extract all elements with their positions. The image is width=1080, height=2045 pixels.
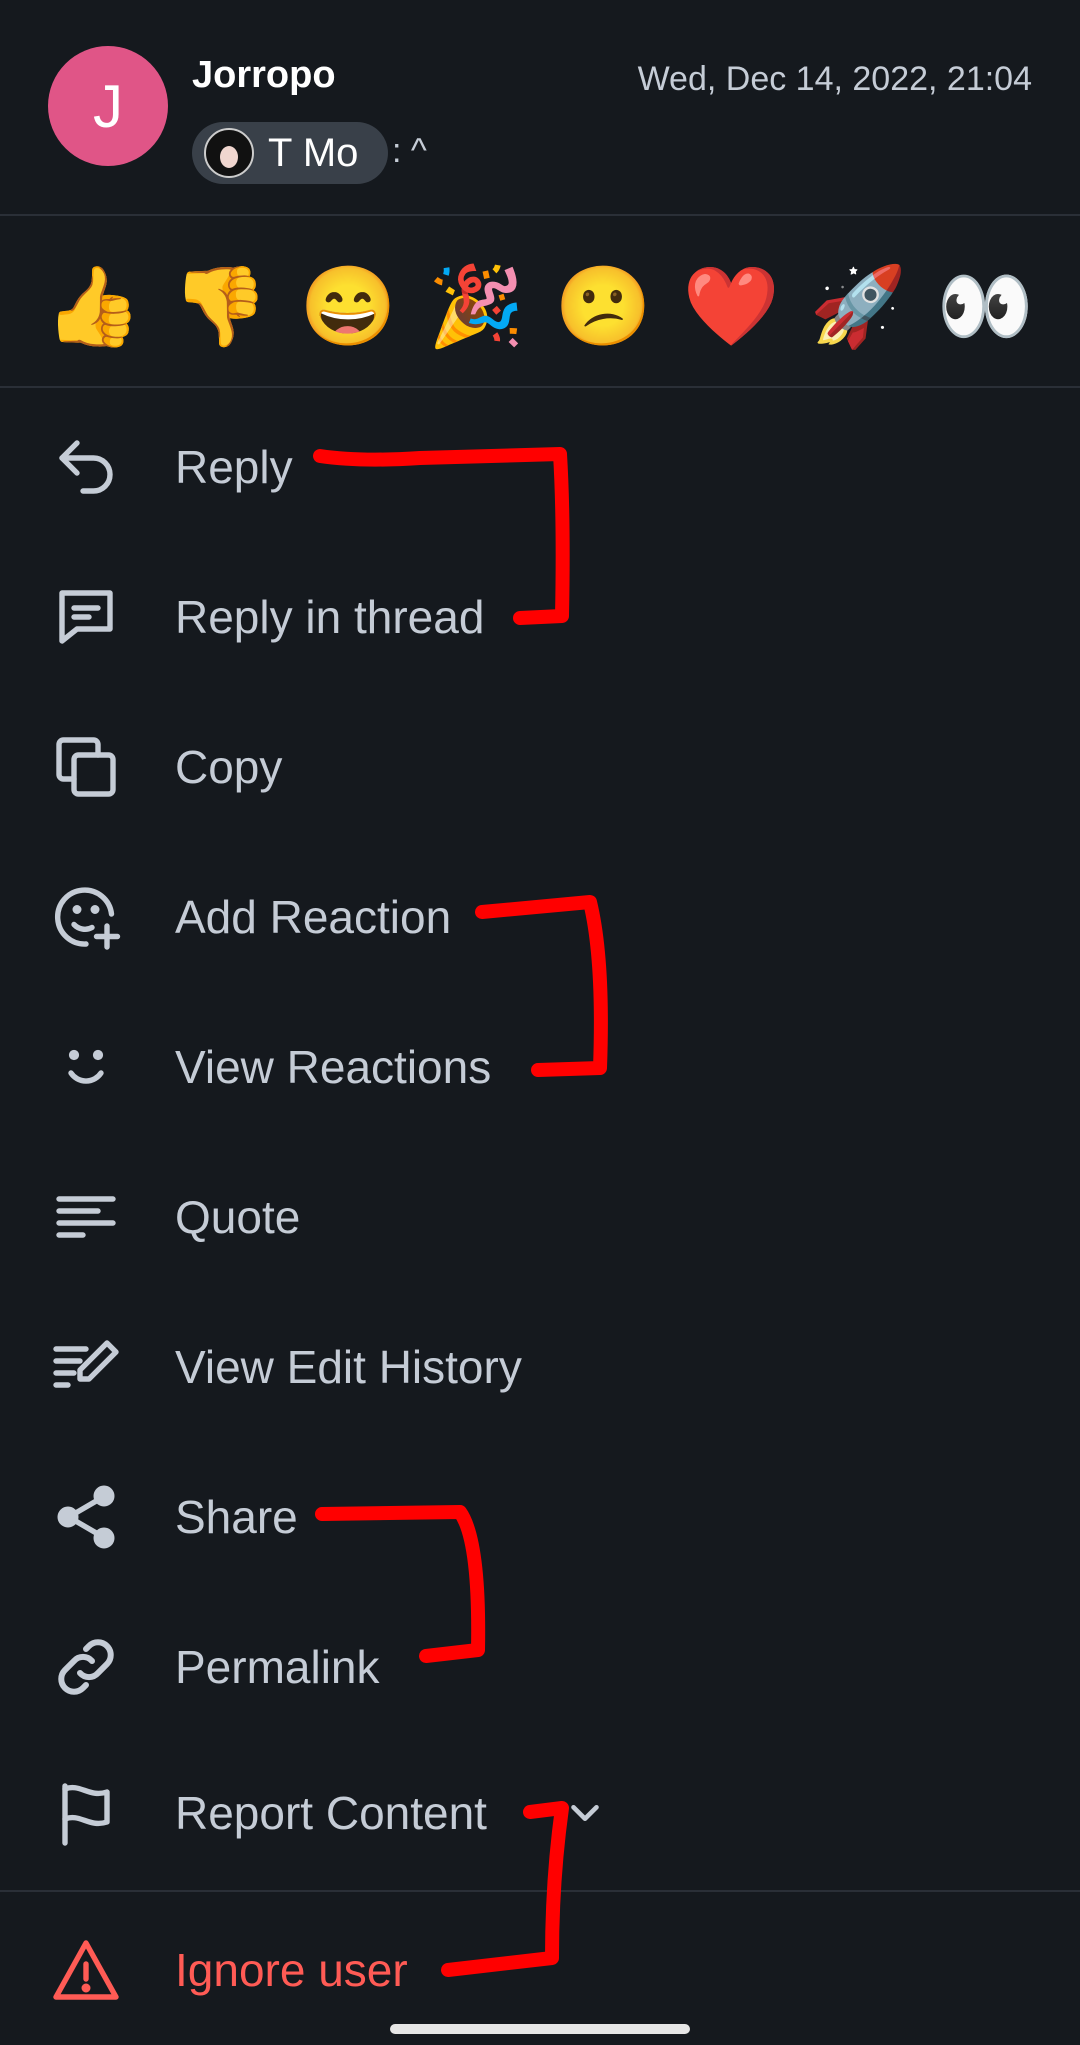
reaction-heart[interactable]: ❤️ [676, 246, 786, 366]
sender-avatar[interactable]: J [48, 46, 168, 166]
add-reaction-icon [50, 881, 122, 953]
sender-name[interactable]: Jorropo [192, 54, 336, 97]
menu-view-edit-history-label: View Edit History [175, 1341, 522, 1393]
reaction-eyes[interactable]: 👀 [930, 246, 1040, 366]
avatar-initial: J [93, 72, 123, 140]
reaction-rocket[interactable]: 🚀 [803, 246, 913, 366]
smile-icon [50, 1031, 122, 1103]
quick-reaction-bar: 👍 👎 😄 🎉 😕 ❤️ 🚀 👀 [0, 246, 1080, 366]
menu-share-label: Share [175, 1491, 298, 1543]
share-icon [50, 1481, 122, 1553]
mention-pill[interactable]: T Mo [192, 122, 389, 184]
mention-avatar [204, 128, 254, 178]
menu-reply-label: Reply [175, 441, 293, 493]
menu-ignore-user[interactable]: Ignore user [0, 1895, 1080, 2045]
mention-name: T Mo [268, 130, 359, 175]
menu-view-reactions-label: View Reactions [175, 1041, 492, 1093]
menu-share[interactable]: Share [0, 1442, 1080, 1592]
menu-copy[interactable]: Copy [0, 692, 1080, 842]
message-timestamp: Wed, Dec 14, 2022, 21:04 [637, 60, 1032, 98]
menu-quote[interactable]: Quote [0, 1142, 1080, 1292]
quote-icon [50, 1181, 122, 1253]
menu-view-edit-history[interactable]: View Edit History [0, 1292, 1080, 1442]
reply-icon [50, 431, 122, 503]
copy-icon [50, 731, 122, 803]
reaction-smile[interactable]: 😄 [293, 246, 403, 366]
menu-copy-label: Copy [175, 741, 283, 793]
message-text: : ^ [392, 132, 427, 170]
menu-ignore-user-label: Ignore user [175, 1944, 408, 1996]
link-icon [50, 1631, 122, 1703]
menu-permalink[interactable]: Permalink [0, 1592, 1080, 1742]
menu-reply-in-thread-label: Reply in thread [175, 591, 485, 643]
flag-icon [50, 1777, 122, 1849]
reaction-thumbs-down[interactable]: 👎 [165, 246, 275, 366]
menu-add-reaction[interactable]: Add Reaction [0, 842, 1080, 992]
reaction-confused[interactable]: 😕 [548, 246, 658, 366]
menu-permalink-label: Permalink [175, 1641, 380, 1693]
menu-report-content-label: Report Content [175, 1787, 487, 1839]
reaction-thumbs-up[interactable]: 👍 [38, 246, 148, 366]
menu-quote-label: Quote [175, 1191, 301, 1243]
menu-report-content[interactable]: Report Content [0, 1738, 1080, 1888]
divider [0, 386, 1080, 388]
warning-icon [50, 1934, 122, 2006]
home-indicator[interactable] [390, 2024, 690, 2034]
edit-history-icon [50, 1331, 122, 1403]
menu-reply-in-thread[interactable]: Reply in thread [0, 542, 1080, 692]
divider [0, 214, 1080, 216]
reaction-party[interactable]: 🎉 [421, 246, 531, 366]
chevron-down-icon[interactable] [562, 1790, 608, 1836]
divider [0, 1890, 1080, 1892]
menu-view-reactions[interactable]: View Reactions [0, 992, 1080, 1142]
message-header: J Jorropo Wed, Dec 14, 2022, 21:04 T Mo … [0, 0, 1080, 214]
menu-reply[interactable]: Reply [0, 392, 1080, 542]
menu-add-reaction-label: Add Reaction [175, 891, 452, 943]
thread-icon [50, 581, 122, 653]
